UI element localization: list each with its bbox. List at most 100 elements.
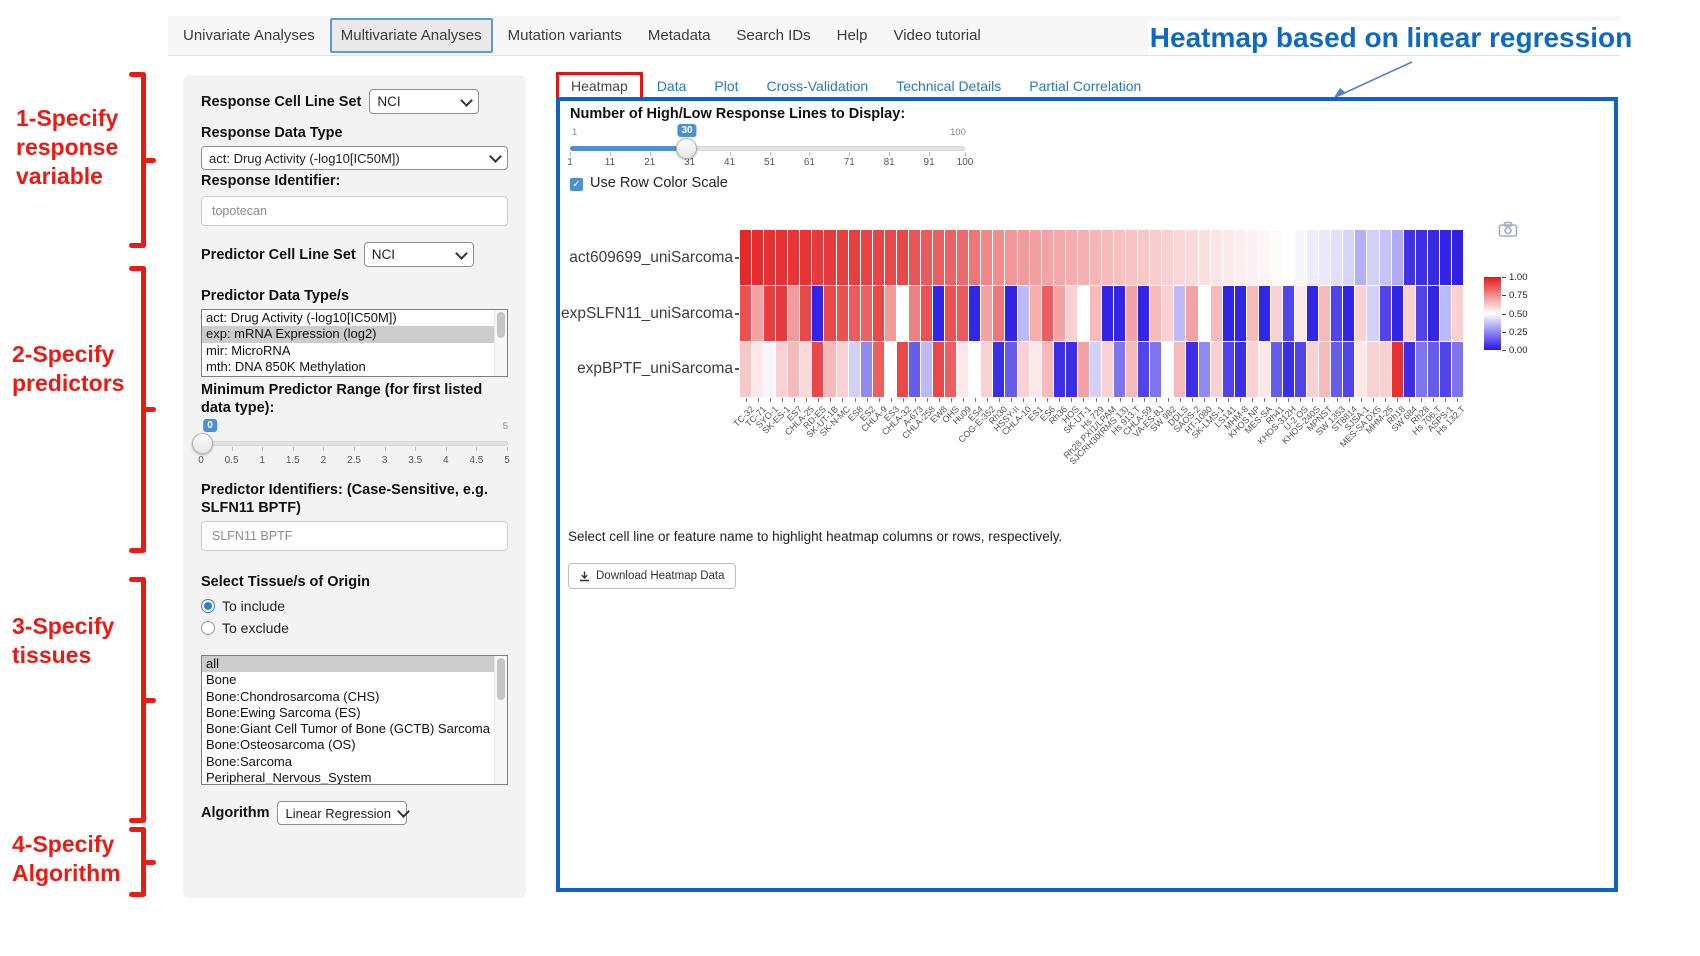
response-cell-line-set-select[interactable]: NCI	[369, 89, 479, 114]
predictor-cell-line-set-select[interactable]: NCI	[364, 242, 474, 267]
scrollbar-thumb[interactable]	[497, 312, 505, 338]
row-color-scale-checkbox[interactable]: ✓	[570, 178, 583, 191]
slider-tick-label: 2	[321, 455, 327, 466]
heatmap-row-label-act609699-unisarcoma[interactable]: act609699_uniSarcoma	[560, 249, 733, 267]
tissue-include-radio[interactable]	[201, 599, 215, 613]
colorbar-tick	[1502, 277, 1506, 278]
heatmap-cell	[788, 230, 799, 285]
tissue-option-bone-chondrosarcoma-chs[interactable]: Bone:Chondrosarcoma (CHS)	[202, 689, 507, 705]
predictor-data-type-option-mth-dna-850k-methylation[interactable]: mth: DNA 850K Methylation	[202, 359, 507, 375]
slider-handle[interactable]	[676, 138, 697, 159]
nav-tab-video-tutorial[interactable]: Video tutorial	[882, 18, 991, 53]
axis-tick	[963, 398, 964, 402]
tissue-option-bone-ewing-sarcoma-es[interactable]: Bone:Ewing Sarcoma (ES)	[202, 705, 507, 721]
predictor-data-type-listbox[interactable]: act: Drug Activity (-log10[IC50M])exp: m…	[201, 309, 508, 377]
slider-tick	[507, 447, 508, 451]
heatmap-plot[interactable]	[740, 230, 1463, 397]
axis-tick	[1096, 398, 1097, 402]
tab-technical-details[interactable]: Technical Details	[882, 73, 1015, 99]
heatmap-cell	[776, 230, 787, 285]
heatmap-cell	[1380, 230, 1391, 285]
heatmap-cell	[1102, 342, 1113, 397]
nav-tab-univariate-analyses[interactable]: Univariate Analyses	[172, 18, 326, 53]
tab-heatmap[interactable]: Heatmap	[556, 72, 643, 100]
tab-data[interactable]: Data	[643, 73, 701, 99]
heatmap-cell	[752, 342, 763, 397]
heatmap-cell	[1211, 230, 1222, 285]
heatmap-cell	[1367, 286, 1378, 341]
slider-track[interactable]	[201, 441, 508, 446]
heatmap-row-label-expbptf-unisarcoma[interactable]: expBPTF_uniSarcoma	[560, 360, 733, 378]
algorithm-select[interactable]: Linear Regression	[277, 801, 407, 825]
slider-tick-label: 41	[724, 157, 735, 168]
axis-tick	[1156, 398, 1157, 402]
colorbar-tick-label: 0.50	[1509, 309, 1528, 320]
camera-download-icon[interactable]	[1498, 221, 1518, 238]
predictor-data-type-option-mir-microrna[interactable]: mir: MicroRNA	[202, 343, 507, 359]
heatmap-cell	[1392, 286, 1403, 341]
heatmap-cell	[752, 286, 763, 341]
predictor-data-type-option-exp-mrna-expression-log2[interactable]: exp: mRNA Expression (log2)	[202, 326, 507, 342]
scrollbar-thumb[interactable]	[497, 658, 505, 700]
heatmap-cell	[1283, 342, 1294, 397]
heatmap-cell	[1380, 286, 1391, 341]
heatmap-note: Select cell line or feature name to high…	[568, 529, 1062, 544]
slider-tick	[570, 152, 571, 156]
heatmap-cell	[969, 286, 980, 341]
tab-partial-correlation[interactable]: Partial Correlation	[1015, 73, 1155, 99]
heatmap-cell	[945, 230, 956, 285]
nav-tab-search-ids[interactable]: Search IDs	[725, 18, 821, 53]
tissue-exclude-radio[interactable]	[201, 621, 215, 635]
heatmap-cell	[1271, 286, 1282, 341]
axis-tick	[1312, 398, 1313, 402]
tissue-option-all[interactable]: all	[202, 656, 507, 672]
scrollbar	[494, 656, 507, 784]
download-heatmap-data-button[interactable]: Download Heatmap Data	[568, 563, 736, 589]
tissue-option-bone-osteosarcoma-os[interactable]: Bone:Osteosarcoma (OS)	[202, 737, 507, 753]
slider-tick-label: 11	[605, 157, 615, 168]
min-predictor-range-slider[interactable]: 0 5 00.511.522.533.544.55	[201, 419, 508, 473]
heatmap-cell	[993, 286, 1004, 341]
heatmap-cell	[849, 286, 860, 341]
tissue-option-bone-giant-cell-tumor-of-bone-gctb-sarcoma[interactable]: Bone:Giant Cell Tumor of Bone (GCTB) Sar…	[202, 721, 507, 737]
tab-cross-validation[interactable]: Cross-Validation	[753, 73, 883, 99]
slider-tick-label: 3	[382, 455, 388, 466]
heatmap-cell	[1355, 286, 1366, 341]
response-data-type-select[interactable]: act: Drug Activity (-log10[IC50M])	[201, 146, 508, 170]
heatmap-cell	[1247, 286, 1258, 341]
heatmap-cell	[1054, 230, 1065, 285]
slider-handle[interactable]	[192, 433, 213, 454]
nav-tab-multivariate-analyses[interactable]: Multivariate Analyses	[330, 18, 493, 53]
heatmap-cell	[1319, 286, 1330, 341]
axis-tick	[1264, 398, 1265, 402]
tissue-option-peripheral-nervous-system[interactable]: Peripheral_Nervous_System	[202, 770, 507, 785]
tab-plot[interactable]: Plot	[700, 73, 752, 99]
nav-tab-metadata[interactable]: Metadata	[637, 18, 722, 53]
chevron-down-icon	[489, 150, 502, 163]
predictor-data-type-option-act-drug-activity-log10-ic50m[interactable]: act: Drug Activity (-log10[IC50M])	[202, 310, 507, 326]
response-identifier-input[interactable]	[201, 196, 508, 226]
slider-tick	[965, 152, 966, 156]
heatmap-cell	[740, 230, 751, 285]
row-color-scale-label: Use Row Color Scale	[590, 175, 728, 191]
heatmap-cell	[1428, 230, 1439, 285]
heatmap-row-label-expslfn11-unisarcoma[interactable]: expSLFN11_uniSarcoma	[560, 305, 733, 323]
predictor-identifiers-input[interactable]	[201, 521, 508, 551]
slider-tick	[730, 152, 731, 156]
tissue-include-label: To include	[222, 598, 285, 614]
scrollbar	[494, 310, 507, 376]
colorbar-tick-label: 0.00	[1509, 345, 1528, 356]
tissue-option-bone[interactable]: Bone	[202, 672, 507, 688]
heatmap-cell	[921, 230, 932, 285]
annotation-step-3: 3-Specify tissues	[12, 612, 114, 670]
axis-tick	[975, 398, 976, 402]
heatmap-cell	[885, 286, 896, 341]
heatmap-cell	[1259, 342, 1270, 397]
tissue-option-bone-sarcoma[interactable]: Bone:Sarcoma	[202, 754, 507, 770]
tissue-listbox[interactable]: allBoneBone:Chondrosarcoma (CHS)Bone:Ewi…	[201, 655, 508, 785]
heatmap-cell	[873, 230, 884, 285]
nav-tab-mutation-variants[interactable]: Mutation variants	[497, 18, 633, 53]
heatmap-cell	[1066, 286, 1077, 341]
nav-tab-help[interactable]: Help	[826, 18, 879, 53]
axis-tick	[987, 398, 988, 402]
